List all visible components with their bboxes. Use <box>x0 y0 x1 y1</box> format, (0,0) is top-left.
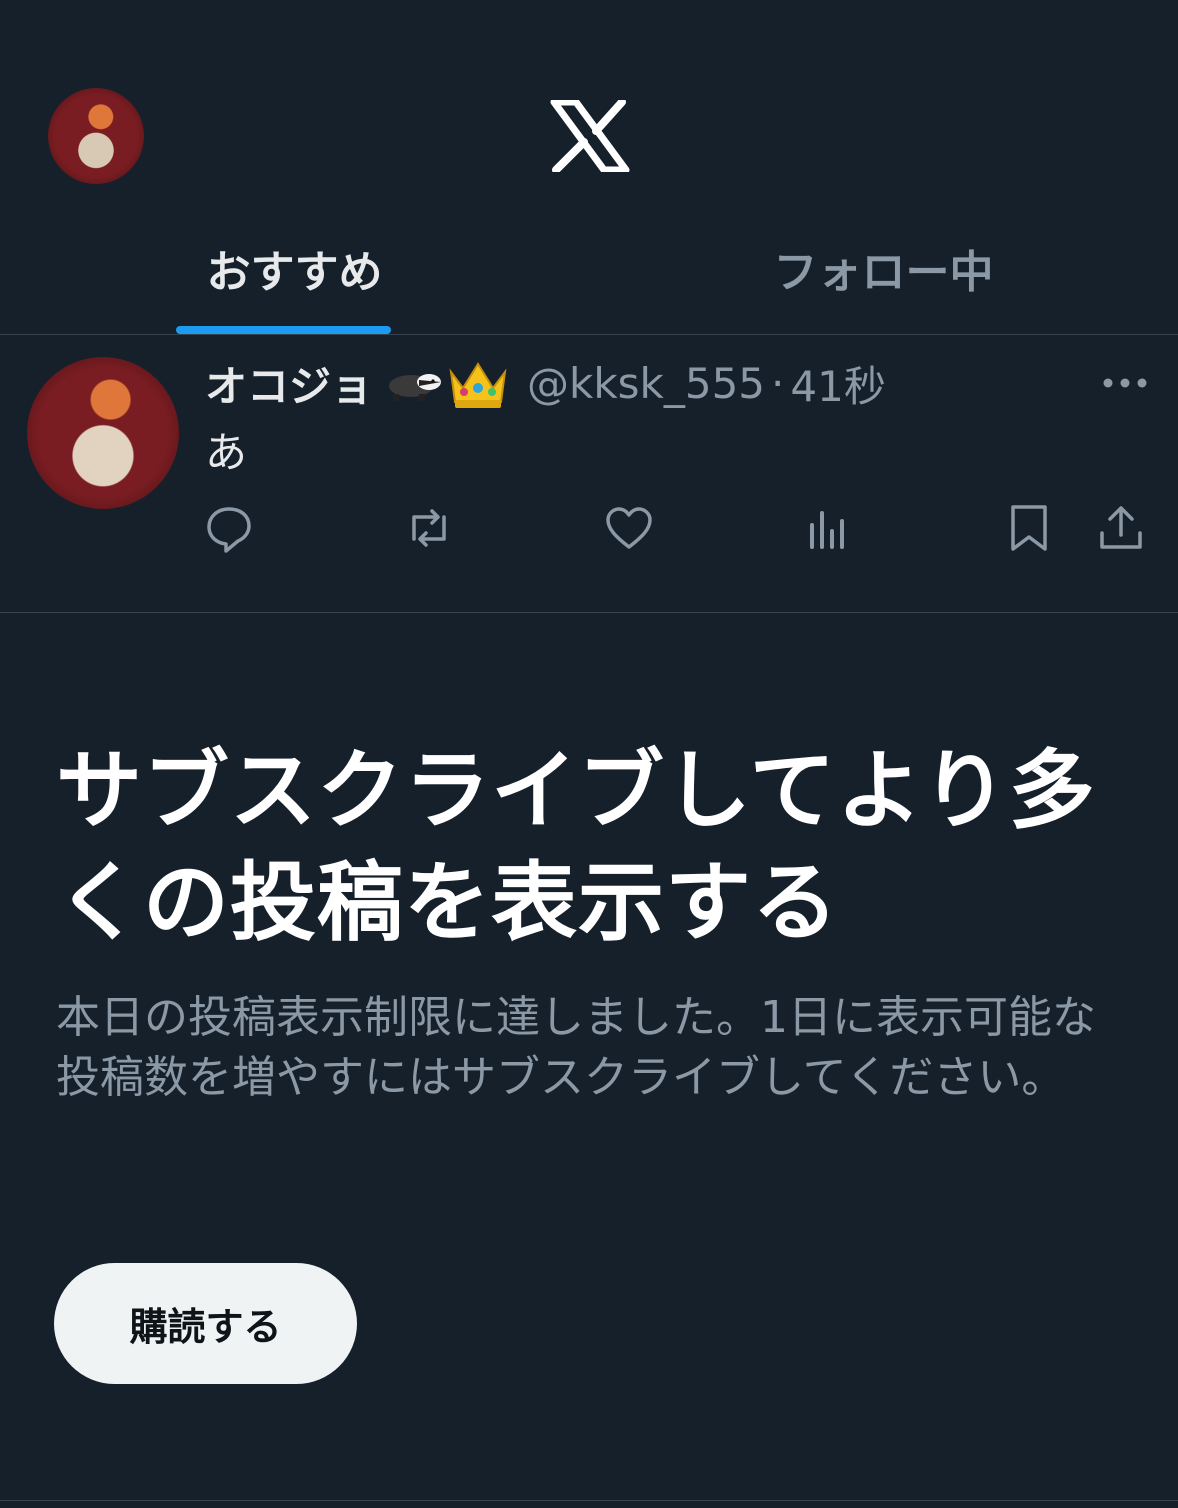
post-author-name[interactable]: オコジョ <box>205 353 373 414</box>
timeline-tabs: おすすめ フォロー中 <box>0 236 1178 334</box>
bookmark-icon[interactable] <box>1004 503 1054 553</box>
post-meta: オコジョ @kksk_555 · 41秒 <box>205 353 886 414</box>
tab-recommended-label: おすすめ <box>206 247 383 298</box>
post-text: あ <box>205 428 248 477</box>
crown-emoji-icon <box>449 361 507 408</box>
subscribe-button-label: 購読する <box>129 1305 282 1349</box>
post-item[interactable]: オコジョ @kksk_555 · 41秒 あ <box>0 335 1178 613</box>
like-icon[interactable] <box>604 503 654 553</box>
meta-separator: · <box>771 359 785 408</box>
post-timestamp[interactable]: 41秒 <box>790 353 885 414</box>
reply-icon[interactable] <box>204 503 254 553</box>
more-options-icon[interactable] <box>1102 377 1148 389</box>
repost-icon[interactable] <box>404 503 454 553</box>
tab-following-label: フォロー中 <box>773 247 994 298</box>
badger-emoji-icon <box>389 373 442 401</box>
x-logo-icon[interactable] <box>550 100 630 172</box>
post-actions <box>0 503 1178 559</box>
views-icon[interactable] <box>804 503 854 553</box>
subscribe-button[interactable]: 購読する <box>54 1263 357 1384</box>
active-tab-indicator <box>176 326 391 334</box>
share-icon[interactable] <box>1096 503 1146 553</box>
subscribe-promo-title: サブスクライブしてより多くの投稿を表示する <box>56 741 1096 953</box>
tab-recommended[interactable]: おすすめ <box>0 236 589 334</box>
bottom-divider <box>0 1500 1178 1501</box>
top-header: おすすめ フォロー中 <box>0 0 1178 335</box>
post-author-avatar[interactable] <box>27 357 179 509</box>
post-author-handle[interactable]: @kksk_555 <box>527 359 765 408</box>
profile-avatar[interactable] <box>48 88 144 184</box>
subscribe-promo-body: 本日の投稿表示制限に達しました。1日に表示可能な投稿数を増やすにはサブスクライブ… <box>56 992 1096 1103</box>
tab-following[interactable]: フォロー中 <box>589 236 1178 334</box>
